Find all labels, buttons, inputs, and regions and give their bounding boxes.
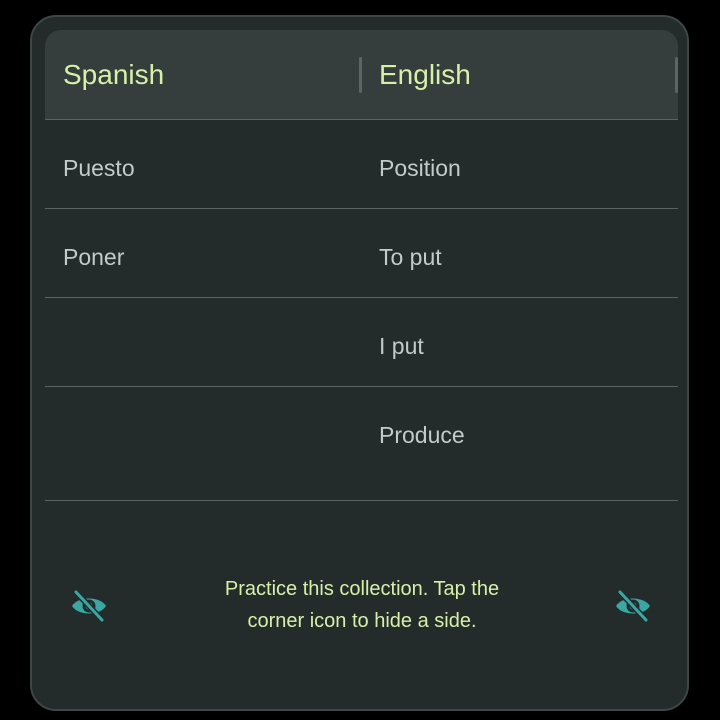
cell-english[interactable]: To put (379, 209, 442, 298)
cell-spanish[interactable]: Puesto (63, 120, 135, 209)
header-spanish[interactable]: Spanish (63, 30, 164, 119)
table-row[interactable]: I put (45, 298, 678, 387)
cell-english[interactable]: Position (379, 120, 461, 209)
instruction-line-1: Practice this collection. Tap the (224, 578, 500, 600)
table-row[interactable]: Puesto Position (45, 120, 678, 209)
cell-spanish[interactable]: Poner (63, 209, 124, 298)
cell-english[interactable]: Produce (379, 387, 465, 476)
column-resize-handle-right[interactable] (675, 57, 678, 93)
vocabulary-table: Spanish English Puesto Position Poner To… (45, 30, 678, 501)
cell-english[interactable]: I put (379, 298, 424, 387)
instruction-text: Practice this collection. Tap the corner… (152, 573, 572, 637)
instruction-line-2: corner icon to hide a side. (247, 610, 477, 632)
column-resize-handle[interactable] (359, 57, 362, 93)
header-english[interactable]: English (379, 30, 471, 119)
hide-english-eye-off-icon[interactable] (613, 589, 653, 623)
table-row[interactable]: Produce (45, 387, 678, 501)
table-header: Spanish English (45, 30, 678, 120)
hide-spanish-eye-off-icon[interactable] (69, 589, 109, 623)
table-row[interactable]: Poner To put (45, 209, 678, 298)
vocabulary-card: Spanish English Puesto Position Poner To… (30, 15, 689, 711)
